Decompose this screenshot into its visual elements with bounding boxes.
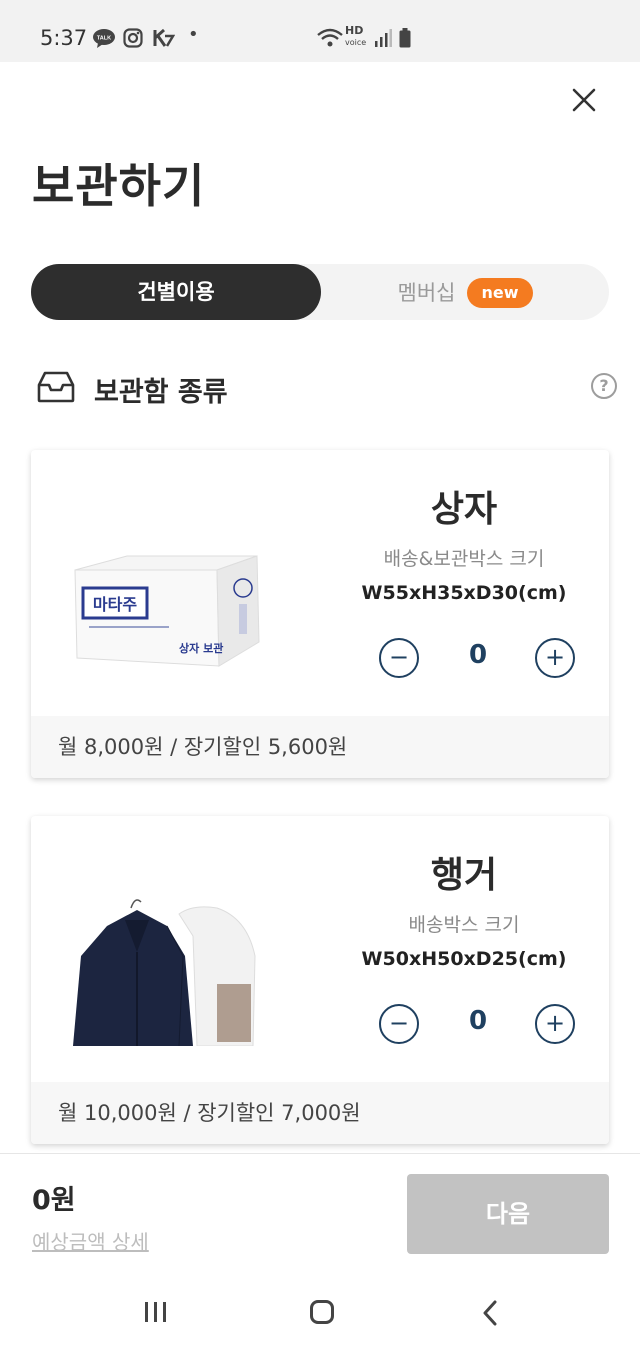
status-time: 5:37 <box>40 26 88 50</box>
box-logo-text: 마타주 <box>93 595 137 614</box>
quantity-value: 0 <box>468 1006 488 1036</box>
minus-icon: − <box>388 1009 410 1037</box>
close-icon <box>572 88 596 112</box>
price-detail-link[interactable]: 예상금액 상세 <box>32 1226 149 1255</box>
hd-voice-icon: HD voice <box>345 25 366 48</box>
k-app-icon <box>153 28 176 53</box>
plus-icon: + <box>544 1009 566 1037</box>
item-dimensions: W55xH35xD30(cm) <box>361 582 567 604</box>
tab-per-use-label: 건별이용 <box>137 280 215 304</box>
status-bar: 5:37 TALK • HD voice <box>0 0 640 62</box>
talk-icon-label: TALK <box>97 36 111 42</box>
section-header: 보관함 종류 ? <box>37 366 617 410</box>
section-title: 보관함 종류 <box>94 377 228 408</box>
box-image: 마타주 상자 보관 <box>67 530 267 670</box>
usage-type-toggle: 건별이용 멤버십 new <box>31 264 609 320</box>
close-button[interactable] <box>566 82 602 118</box>
help-icon[interactable]: ? <box>591 373 617 399</box>
price-info: 월 10,000원 / 장기할인 7,000원 <box>31 1082 609 1144</box>
page-title: 보관하기 <box>32 159 206 213</box>
quantity-value: 0 <box>468 640 488 670</box>
voice-label: voice <box>345 38 367 47</box>
price-info: 월 8,000원 / 장기할인 5,600원 <box>31 716 609 778</box>
box-caption-text: 상자 보관 <box>179 641 223 655</box>
storage-card-hanger: 행거 배송박스 크기 W50xH50xD25(cm) − 0 + 월 10,00… <box>31 816 609 1144</box>
bottom-divider <box>0 1153 640 1154</box>
hd-label: HD <box>345 24 364 37</box>
plus-icon: + <box>544 643 566 671</box>
item-subtitle: 배송박스 크기 <box>408 914 520 936</box>
instagram-icon <box>123 28 143 53</box>
next-button[interactable]: 다음 <box>407 1174 609 1254</box>
quantity-stepper: − 0 + <box>379 1004 577 1044</box>
talk-icon: TALK <box>92 28 116 53</box>
item-subtitle: 배송&보관박스 크기 <box>383 548 545 570</box>
help-glyph: ? <box>599 376 609 395</box>
hanger-image <box>67 896 267 1047</box>
increase-button[interactable]: + <box>535 1004 575 1044</box>
item-dimensions: W50xH50xD25(cm) <box>361 948 567 970</box>
back-icon[interactable] <box>482 1300 498 1330</box>
tab-membership[interactable]: 멤버십 new <box>321 264 609 320</box>
status-dot: • <box>188 24 199 45</box>
wifi-icon <box>316 28 344 53</box>
inbox-icon <box>37 371 75 403</box>
storage-card-box: 마타주 상자 보관 상자 배송&보관박스 크기 W55xH35xD30(cm) … <box>31 450 609 778</box>
minus-icon: − <box>388 643 410 671</box>
new-badge: new <box>467 278 533 308</box>
decrease-button[interactable]: − <box>379 1004 419 1044</box>
battery-icon <box>399 28 411 53</box>
item-name: 행거 <box>430 855 498 896</box>
increase-button[interactable]: + <box>535 638 575 678</box>
quantity-stepper: − 0 + <box>379 638 577 678</box>
decrease-button[interactable]: − <box>379 638 419 678</box>
total-amount: 0원 <box>32 1185 76 1216</box>
item-name: 상자 <box>430 489 498 530</box>
home-icon[interactable] <box>310 1300 334 1324</box>
recent-apps-icon[interactable] <box>145 1302 167 1322</box>
tab-per-use[interactable]: 건별이용 <box>31 264 321 320</box>
tab-membership-label: 멤버십 <box>397 281 456 305</box>
signal-icon <box>374 28 392 53</box>
system-nav-bar <box>0 1272 640 1351</box>
